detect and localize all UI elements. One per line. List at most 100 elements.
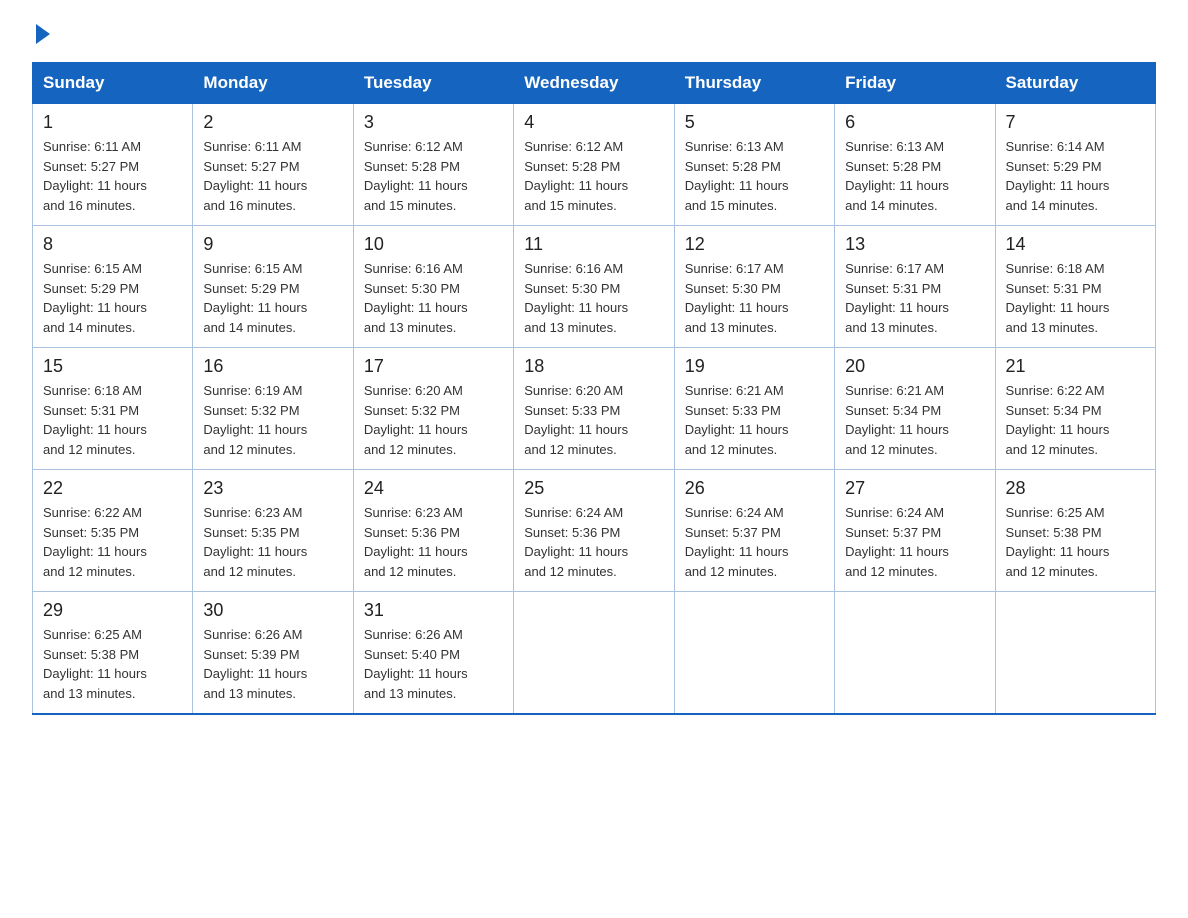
calendar-cell: 9 Sunrise: 6:15 AM Sunset: 5:29 PM Dayli…	[193, 226, 353, 348]
calendar-week-2: 8 Sunrise: 6:15 AM Sunset: 5:29 PM Dayli…	[33, 226, 1156, 348]
day-info: Sunrise: 6:11 AM Sunset: 5:27 PM Dayligh…	[43, 137, 182, 215]
day-info: Sunrise: 6:25 AM Sunset: 5:38 PM Dayligh…	[43, 625, 182, 703]
calendar-cell: 11 Sunrise: 6:16 AM Sunset: 5:30 PM Dayl…	[514, 226, 674, 348]
day-info: Sunrise: 6:16 AM Sunset: 5:30 PM Dayligh…	[524, 259, 663, 337]
calendar-cell: 10 Sunrise: 6:16 AM Sunset: 5:30 PM Dayl…	[353, 226, 513, 348]
day-number: 17	[364, 356, 503, 377]
day-info: Sunrise: 6:20 AM Sunset: 5:33 PM Dayligh…	[524, 381, 663, 459]
calendar-header: SundayMondayTuesdayWednesdayThursdayFrid…	[33, 63, 1156, 104]
day-info: Sunrise: 6:24 AM Sunset: 5:37 PM Dayligh…	[685, 503, 824, 581]
calendar-table: SundayMondayTuesdayWednesdayThursdayFrid…	[32, 62, 1156, 715]
calendar-cell: 3 Sunrise: 6:12 AM Sunset: 5:28 PM Dayli…	[353, 104, 513, 226]
calendar-cell: 2 Sunrise: 6:11 AM Sunset: 5:27 PM Dayli…	[193, 104, 353, 226]
day-number: 23	[203, 478, 342, 499]
calendar-cell: 16 Sunrise: 6:19 AM Sunset: 5:32 PM Dayl…	[193, 348, 353, 470]
day-info: Sunrise: 6:19 AM Sunset: 5:32 PM Dayligh…	[203, 381, 342, 459]
day-info: Sunrise: 6:17 AM Sunset: 5:30 PM Dayligh…	[685, 259, 824, 337]
calendar-cell: 19 Sunrise: 6:21 AM Sunset: 5:33 PM Dayl…	[674, 348, 834, 470]
day-number: 24	[364, 478, 503, 499]
calendar-cell: 12 Sunrise: 6:17 AM Sunset: 5:30 PM Dayl…	[674, 226, 834, 348]
day-info: Sunrise: 6:20 AM Sunset: 5:32 PM Dayligh…	[364, 381, 503, 459]
calendar-cell: 23 Sunrise: 6:23 AM Sunset: 5:35 PM Dayl…	[193, 470, 353, 592]
day-number: 9	[203, 234, 342, 255]
calendar-cell: 13 Sunrise: 6:17 AM Sunset: 5:31 PM Dayl…	[835, 226, 995, 348]
calendar-cell: 1 Sunrise: 6:11 AM Sunset: 5:27 PM Dayli…	[33, 104, 193, 226]
day-number: 2	[203, 112, 342, 133]
day-info: Sunrise: 6:26 AM Sunset: 5:40 PM Dayligh…	[364, 625, 503, 703]
calendar-cell: 31 Sunrise: 6:26 AM Sunset: 5:40 PM Dayl…	[353, 592, 513, 715]
calendar-cell: 7 Sunrise: 6:14 AM Sunset: 5:29 PM Dayli…	[995, 104, 1155, 226]
day-number: 15	[43, 356, 182, 377]
calendar-cell: 14 Sunrise: 6:18 AM Sunset: 5:31 PM Dayl…	[995, 226, 1155, 348]
day-number: 7	[1006, 112, 1145, 133]
day-number: 3	[364, 112, 503, 133]
day-info: Sunrise: 6:25 AM Sunset: 5:38 PM Dayligh…	[1006, 503, 1145, 581]
calendar-cell: 29 Sunrise: 6:25 AM Sunset: 5:38 PM Dayl…	[33, 592, 193, 715]
column-header-friday: Friday	[835, 63, 995, 104]
calendar-cell: 30 Sunrise: 6:26 AM Sunset: 5:39 PM Dayl…	[193, 592, 353, 715]
calendar-cell: 21 Sunrise: 6:22 AM Sunset: 5:34 PM Dayl…	[995, 348, 1155, 470]
calendar-week-3: 15 Sunrise: 6:18 AM Sunset: 5:31 PM Dayl…	[33, 348, 1156, 470]
day-info: Sunrise: 6:24 AM Sunset: 5:37 PM Dayligh…	[845, 503, 984, 581]
day-number: 16	[203, 356, 342, 377]
calendar-cell: 22 Sunrise: 6:22 AM Sunset: 5:35 PM Dayl…	[33, 470, 193, 592]
calendar-cell: 5 Sunrise: 6:13 AM Sunset: 5:28 PM Dayli…	[674, 104, 834, 226]
day-number: 31	[364, 600, 503, 621]
calendar-cell: 27 Sunrise: 6:24 AM Sunset: 5:37 PM Dayl…	[835, 470, 995, 592]
calendar-cell: 25 Sunrise: 6:24 AM Sunset: 5:36 PM Dayl…	[514, 470, 674, 592]
calendar-cell: 24 Sunrise: 6:23 AM Sunset: 5:36 PM Dayl…	[353, 470, 513, 592]
calendar-week-4: 22 Sunrise: 6:22 AM Sunset: 5:35 PM Dayl…	[33, 470, 1156, 592]
day-number: 14	[1006, 234, 1145, 255]
day-number: 20	[845, 356, 984, 377]
day-number: 27	[845, 478, 984, 499]
day-info: Sunrise: 6:12 AM Sunset: 5:28 PM Dayligh…	[364, 137, 503, 215]
column-header-saturday: Saturday	[995, 63, 1155, 104]
calendar-cell: 15 Sunrise: 6:18 AM Sunset: 5:31 PM Dayl…	[33, 348, 193, 470]
day-info: Sunrise: 6:13 AM Sunset: 5:28 PM Dayligh…	[845, 137, 984, 215]
column-header-sunday: Sunday	[33, 63, 193, 104]
column-header-thursday: Thursday	[674, 63, 834, 104]
day-info: Sunrise: 6:26 AM Sunset: 5:39 PM Dayligh…	[203, 625, 342, 703]
day-number: 12	[685, 234, 824, 255]
calendar-cell: 18 Sunrise: 6:20 AM Sunset: 5:33 PM Dayl…	[514, 348, 674, 470]
day-info: Sunrise: 6:21 AM Sunset: 5:33 PM Dayligh…	[685, 381, 824, 459]
column-header-wednesday: Wednesday	[514, 63, 674, 104]
day-number: 30	[203, 600, 342, 621]
day-number: 28	[1006, 478, 1145, 499]
calendar-week-5: 29 Sunrise: 6:25 AM Sunset: 5:38 PM Dayl…	[33, 592, 1156, 715]
day-info: Sunrise: 6:18 AM Sunset: 5:31 PM Dayligh…	[1006, 259, 1145, 337]
day-info: Sunrise: 6:23 AM Sunset: 5:35 PM Dayligh…	[203, 503, 342, 581]
calendar-cell: 4 Sunrise: 6:12 AM Sunset: 5:28 PM Dayli…	[514, 104, 674, 226]
day-number: 4	[524, 112, 663, 133]
calendar-cell: 6 Sunrise: 6:13 AM Sunset: 5:28 PM Dayli…	[835, 104, 995, 226]
day-number: 10	[364, 234, 503, 255]
day-info: Sunrise: 6:17 AM Sunset: 5:31 PM Dayligh…	[845, 259, 984, 337]
day-number: 25	[524, 478, 663, 499]
day-number: 29	[43, 600, 182, 621]
day-info: Sunrise: 6:21 AM Sunset: 5:34 PM Dayligh…	[845, 381, 984, 459]
day-info: Sunrise: 6:22 AM Sunset: 5:35 PM Dayligh…	[43, 503, 182, 581]
calendar-cell: 8 Sunrise: 6:15 AM Sunset: 5:29 PM Dayli…	[33, 226, 193, 348]
day-number: 21	[1006, 356, 1145, 377]
day-info: Sunrise: 6:13 AM Sunset: 5:28 PM Dayligh…	[685, 137, 824, 215]
calendar-cell: 20 Sunrise: 6:21 AM Sunset: 5:34 PM Dayl…	[835, 348, 995, 470]
column-header-tuesday: Tuesday	[353, 63, 513, 104]
day-number: 13	[845, 234, 984, 255]
day-number: 22	[43, 478, 182, 499]
calendar-cell	[995, 592, 1155, 715]
day-number: 6	[845, 112, 984, 133]
day-info: Sunrise: 6:22 AM Sunset: 5:34 PM Dayligh…	[1006, 381, 1145, 459]
day-number: 8	[43, 234, 182, 255]
day-info: Sunrise: 6:15 AM Sunset: 5:29 PM Dayligh…	[43, 259, 182, 337]
day-number: 11	[524, 234, 663, 255]
day-info: Sunrise: 6:24 AM Sunset: 5:36 PM Dayligh…	[524, 503, 663, 581]
day-number: 26	[685, 478, 824, 499]
day-info: Sunrise: 6:14 AM Sunset: 5:29 PM Dayligh…	[1006, 137, 1145, 215]
day-number: 18	[524, 356, 663, 377]
calendar-cell: 28 Sunrise: 6:25 AM Sunset: 5:38 PM Dayl…	[995, 470, 1155, 592]
calendar-cell	[674, 592, 834, 715]
day-info: Sunrise: 6:18 AM Sunset: 5:31 PM Dayligh…	[43, 381, 182, 459]
calendar-cell	[514, 592, 674, 715]
day-info: Sunrise: 6:23 AM Sunset: 5:36 PM Dayligh…	[364, 503, 503, 581]
day-number: 1	[43, 112, 182, 133]
